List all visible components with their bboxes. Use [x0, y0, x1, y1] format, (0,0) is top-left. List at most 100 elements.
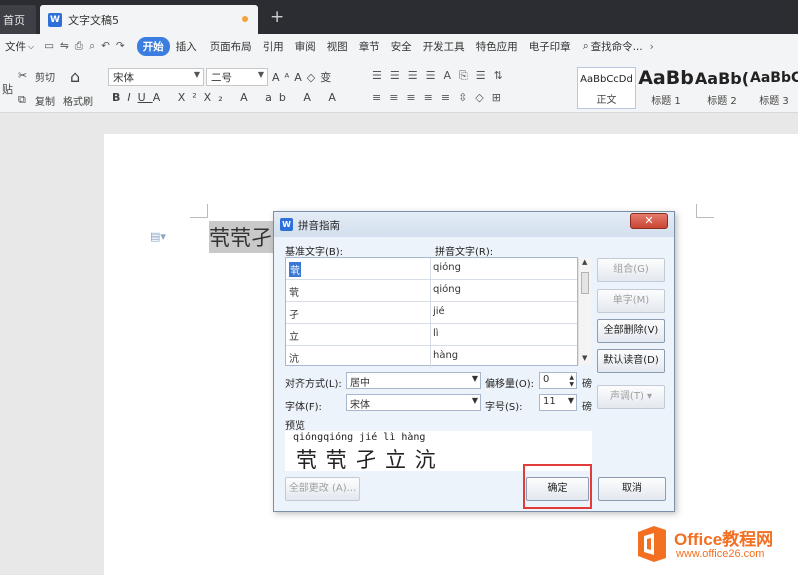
offset-value: 0	[543, 374, 550, 385]
single-char-button[interactable]: 单字(M)	[597, 289, 665, 313]
style-heading-1-preview: AaBb	[638, 67, 694, 89]
menu-home[interactable]: 开始	[136, 37, 170, 56]
base-cell[interactable]: 沆	[289, 350, 299, 365]
chevron-down-icon: ▼	[471, 396, 478, 405]
clear-all-button[interactable]: 全部删除(V)	[597, 319, 665, 343]
font-name-value: 宋体	[113, 72, 134, 84]
font-format-icons[interactable]: BIUA X²X₂ A ab A A	[112, 91, 343, 104]
menu-features[interactable]: 特色应用	[476, 39, 518, 54]
new-tab-button[interactable]: +	[270, 7, 284, 27]
style-heading-2-label: 标题 2	[707, 96, 737, 107]
style-normal[interactable]: AaBbCcDd 正文	[577, 67, 636, 109]
menu-review[interactable]: 审阅	[295, 39, 316, 54]
chevron-down-icon: ⌵	[28, 41, 35, 51]
font-size-combo[interactable]: 二号 ▼	[206, 68, 268, 86]
pinyin-cell[interactable]: lì	[433, 328, 439, 339]
grid-row: 茕 qióng	[286, 258, 577, 280]
group-button[interactable]: 组合(G)	[597, 258, 665, 282]
style-normal-label: 正文	[596, 95, 617, 106]
menu-insert[interactable]: 插入	[176, 39, 197, 54]
paste-label[interactable]: 贴	[2, 81, 13, 97]
scroll-thumb[interactable]	[581, 272, 589, 294]
size-unit: 磅	[582, 402, 592, 413]
cancel-button[interactable]: 取消	[598, 477, 666, 501]
pinyin-cell[interactable]: qióng	[433, 262, 461, 273]
selected-text[interactable]: 茕茕孑立沆	[209, 221, 277, 253]
style-heading-2[interactable]: AaBb( 标题 2	[694, 67, 750, 109]
alignment-select[interactable]: 居中 ▼	[346, 372, 481, 389]
menu-page-layout[interactable]: 页面布局	[210, 39, 252, 54]
base-cell[interactable]: 茕	[289, 284, 299, 299]
quick-access-icons[interactable]: ▭⇋⎙⌕↶↷	[44, 40, 131, 53]
more-icon[interactable]: ›	[650, 41, 654, 53]
format-painter-button[interactable]: 格式刷	[63, 93, 93, 108]
style-heading-1[interactable]: AaBb 标题 1	[638, 67, 694, 109]
menu-references[interactable]: 引用	[263, 39, 284, 54]
alignment-icons[interactable]: ≡≡≡≡≡⇳◇⊞	[372, 91, 509, 104]
search-icon: ⌕	[582, 40, 589, 52]
grid-scrollbar[interactable]: ▲ ▼	[578, 258, 591, 365]
scroll-up-icon[interactable]: ▲	[582, 258, 587, 266]
style-heading-3-preview: AaBbC	[750, 70, 798, 86]
preview-label: 预览	[285, 421, 305, 432]
style-normal-preview: AaBbCcDd	[580, 74, 633, 85]
cut-button[interactable]: 剪切	[35, 69, 55, 84]
paragraph-icons[interactable]: ☰☰☰☰A⎘☰⇅	[372, 69, 511, 83]
offset-label: 偏移量(O):	[485, 379, 535, 390]
paragraph-handle-icon[interactable]: ▤▾	[150, 230, 166, 243]
title-bar: 首页 W 文字文稿5 +	[0, 0, 798, 34]
chevron-down-icon: ▼	[193, 70, 200, 79]
menu-security[interactable]: 安全	[391, 39, 412, 54]
preview-pinyin: qióngqióng jié lì hàng	[293, 432, 426, 443]
menu-file[interactable]: 文件	[5, 39, 26, 54]
base-cell[interactable]: 茕	[289, 262, 301, 277]
stepper-icon[interactable]: ▲ ▼	[569, 374, 574, 388]
alignment-value: 居中	[350, 378, 370, 389]
margin-mark	[190, 204, 208, 218]
menu-view[interactable]: 视图	[327, 39, 348, 54]
tab-home[interactable]: 首页	[0, 5, 36, 34]
close-button[interactable]: ✕	[630, 213, 668, 229]
tone-button[interactable]: 声调(T) ▾	[597, 385, 665, 409]
style-heading-2-preview: AaBb(	[694, 69, 750, 88]
margin-mark	[696, 204, 714, 218]
menu-e-seal[interactable]: 电子印章	[529, 39, 571, 54]
pinyin-grid: 茕 qióng 茕 qióng 孑 jié 立 lì 沆 hàng ▲ ▼	[285, 257, 591, 368]
default-reading-button[interactable]: 默认读音(D)	[597, 349, 665, 373]
grid-row: 孑 jié	[286, 302, 577, 324]
base-cell[interactable]: 立	[289, 328, 299, 343]
scroll-down-icon[interactable]: ▼	[582, 354, 587, 362]
pinyin-guide-dialog: W 拼音指南 ✕ 基准文字(B): 拼音文字(R): 茕 qióng 茕 qió…	[273, 211, 675, 512]
grid-row: 茕 qióng	[286, 280, 577, 302]
grid-row: 立 lì	[286, 324, 577, 346]
font-select[interactable]: 宋体 ▼	[346, 394, 481, 411]
unsaved-dot-icon	[242, 16, 248, 22]
font-grow-shrink-icons[interactable]: AᴬA◇变	[272, 69, 336, 85]
chevron-down-icon: ▼	[567, 396, 574, 405]
wps-writer-icon: W	[280, 218, 293, 231]
grid-row: 沆 hàng	[286, 346, 577, 368]
pinyin-cell[interactable]: qióng	[433, 284, 461, 295]
chevron-down-icon: ▼	[471, 374, 478, 383]
pinyin-cell[interactable]: hàng	[433, 350, 458, 361]
command-search[interactable]: 查找命令...	[591, 39, 643, 54]
font-size-value: 二号	[211, 72, 232, 84]
tone-button-label: 声调(T)	[609, 391, 644, 402]
watermark-name: Office教程网	[674, 530, 774, 549]
tab-document[interactable]: W 文字文稿5	[40, 5, 258, 34]
size-select[interactable]: 11 ▼	[539, 394, 577, 411]
font-name-combo[interactable]: 宋体 ▼	[108, 68, 204, 86]
base-cell[interactable]: 孑	[289, 306, 299, 321]
menu-bar: 文件 ⌵ ▭⇋⎙⌕↶↷ 开始 插入 页面布局 引用 审阅 视图 章节 安全 开发…	[0, 34, 798, 59]
base-text-header: 基准文字(B):	[285, 247, 344, 258]
menu-chapter[interactable]: 章节	[359, 39, 380, 54]
style-heading-3[interactable]: AaBbC 标题 3	[750, 67, 798, 109]
change-all-button[interactable]: 全部更改 (A)...	[285, 477, 360, 501]
pinyin-cell[interactable]: jié	[433, 306, 445, 317]
offset-unit: 磅	[582, 379, 592, 390]
offset-stepper[interactable]: 0 ▲ ▼	[539, 372, 577, 389]
alignment-label: 对齐方式(L):	[285, 379, 342, 390]
menu-developer[interactable]: 开发工具	[423, 39, 465, 54]
tab-document-label: 文字文稿5	[68, 13, 119, 27]
copy-button[interactable]: 复制	[35, 93, 55, 108]
